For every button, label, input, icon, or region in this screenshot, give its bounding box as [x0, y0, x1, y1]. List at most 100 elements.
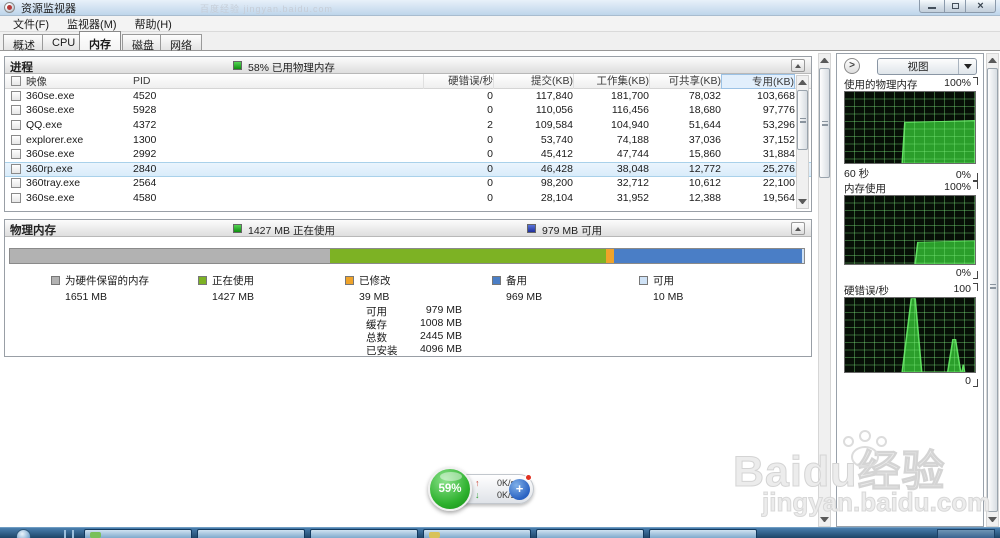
tab-bar: 概述 CPU 内存 磁盘 网络 [0, 32, 1000, 51]
table-scrollbar-thumb[interactable] [797, 90, 808, 150]
taskbar [0, 527, 1000, 538]
row-checkbox[interactable] [11, 178, 21, 188]
start-button[interactable] [16, 529, 31, 538]
commit-charge-graph [844, 195, 976, 265]
add-button[interactable]: + [509, 479, 530, 500]
table-scrollbar[interactable] [796, 75, 809, 209]
memory-bar-segment [10, 249, 330, 263]
graph1-axis: 60 秒 0% [844, 166, 978, 181]
row-checkbox[interactable] [11, 164, 21, 174]
column-header-working-set[interactable]: 工作集(KB) [573, 74, 649, 89]
minimize-button[interactable] [919, 0, 945, 13]
tab-network[interactable]: 网络 [160, 34, 202, 50]
row-checkbox[interactable] [11, 91, 21, 101]
table-row[interactable]: explorer.exe 1300 0 53,740 74,188 37,036… [5, 133, 811, 148]
legend-item: 可用 10 MB [639, 273, 786, 303]
scroll-up-icon[interactable] [820, 58, 829, 63]
memory-bar-segment [606, 249, 614, 263]
taskbar-button[interactable] [84, 529, 192, 538]
row-checkbox[interactable] [11, 193, 21, 203]
legend-item: 备用 969 MB [492, 273, 639, 303]
available-indicator-icon [527, 224, 536, 233]
in-use-indicator-icon [233, 224, 242, 233]
restore-button[interactable] [945, 0, 966, 13]
physical-memory-panel: 物理内存 1427 MB 正在使用 979 MB 可用 为硬件保留的内存 165… [4, 219, 812, 357]
scroll-down-icon[interactable] [820, 517, 829, 522]
graph3-axis: 0 [844, 375, 978, 387]
scroll-down-icon[interactable] [798, 199, 807, 204]
view-dropdown-button[interactable]: 视图 [877, 58, 977, 75]
taskbar-button[interactable] [649, 529, 757, 538]
graphs-scrollbar-thumb[interactable] [987, 68, 998, 512]
row-checkbox[interactable] [11, 135, 21, 145]
download-arrow-icon: ↓ [475, 490, 480, 500]
taskbar-button[interactable] [310, 529, 418, 538]
table-row[interactable]: QQ.exe 4372 2 109,584 104,940 51,644 53,… [5, 118, 811, 133]
page-scrollbar-thumb[interactable] [819, 68, 830, 178]
table-row[interactable]: 360se.exe 2992 0 45,412 47,744 15,860 31… [5, 147, 811, 162]
app-icon [4, 2, 15, 13]
column-header-commit[interactable]: 提交(KB) [493, 74, 573, 89]
column-header-hard-faults[interactable]: 硬错误/秒 [423, 74, 493, 89]
available-status: 979 MB 可用 [542, 223, 602, 238]
menu-item-file[interactable]: 文件(F) [4, 16, 58, 32]
physical-memory-collapse-button[interactable] [791, 222, 805, 235]
select-all-checkbox[interactable] [11, 76, 21, 86]
memory-stat-row: 已安装4096 MB [366, 343, 462, 356]
legend-color-icon [345, 276, 354, 285]
processes-panel: 进程 58% 已用物理内存 映像 PID 硬错误/秒 提交(KB) 工作集(KB… [4, 56, 812, 212]
upload-arrow-icon: ↑ [475, 478, 480, 488]
table-row[interactable]: 360se.exe 4520 0 117,840 181,700 78,032 … [5, 89, 811, 104]
processes-title: 进程 [10, 59, 33, 75]
graph1-labels: 使用的物理内存 100% [844, 77, 978, 92]
row-checkbox[interactable] [11, 120, 21, 130]
legend-item: 已修改 39 MB [345, 273, 492, 303]
graphs-scrollbar[interactable] [986, 53, 999, 527]
memory-stat-row: 缓存1008 MB [366, 317, 462, 330]
expand-panel-button[interactable]: > [844, 58, 860, 74]
page-scrollbar[interactable] [818, 53, 831, 527]
scroll-up-icon[interactable] [988, 58, 997, 63]
column-header-shareable[interactable]: 可共享(KB) [649, 74, 721, 89]
chevron-down-icon[interactable] [958, 59, 976, 74]
processes-panel-header: 进程 58% 已用物理内存 [5, 57, 811, 74]
legend-color-icon [198, 276, 207, 285]
legend-item: 正在使用 1427 MB [198, 273, 345, 303]
tab-disk[interactable]: 磁盘 [122, 34, 164, 50]
table-row[interactable]: 360rp.exe 2840 0 46,428 38,048 12,772 25… [5, 162, 811, 177]
tab-memory[interactable]: 内存 [79, 31, 121, 50]
memory-usage-indicator-icon [233, 61, 242, 70]
processes-collapse-button[interactable] [791, 59, 805, 72]
column-header-pid[interactable]: PID [133, 75, 181, 87]
taskbar-button[interactable] [423, 529, 531, 538]
in-use-status: 1427 MB 正在使用 [248, 223, 335, 238]
table-body: 360se.exe 4520 0 117,840 181,700 78,032 … [5, 89, 811, 206]
memory-stats: 可用979 MB 缓存1008 MB 总数2445 MB 已安装4096 MB [366, 304, 462, 356]
graphs-panel: > 视图 使用的物理内存 100% 60 秒 0% 内存使用 100% 0% 硬… [836, 53, 984, 527]
row-checkbox[interactable] [11, 105, 21, 115]
legend-item: 为硬件保留的内存 1651 MB [51, 273, 198, 303]
physical-memory-graph [844, 91, 976, 164]
memory-stat-row: 总数2445 MB [366, 330, 462, 343]
graph2-axis: 0% [844, 267, 978, 279]
system-tray[interactable] [937, 529, 995, 538]
column-header-image[interactable]: 映像 [11, 74, 133, 89]
memory-ball-widget[interactable]: 59% [428, 467, 472, 511]
tab-overview[interactable]: 概述 [3, 34, 45, 50]
column-header-private[interactable]: 专用(KB) [721, 74, 795, 89]
taskbar-button[interactable] [536, 529, 644, 538]
table-row[interactable]: 360se.exe 5928 0 110,056 116,456 18,680 … [5, 104, 811, 119]
table-row[interactable]: 360se.exe 4580 0 28,104 31,952 12,388 19… [5, 191, 811, 206]
titlebar-watermark: 百度经验 jingyan.baidu.com [200, 2, 333, 15]
scroll-up-icon[interactable] [798, 80, 807, 85]
physical-memory-title: 物理内存 [10, 222, 56, 238]
menu-item-monitor[interactable]: 监视器(M) [58, 16, 126, 32]
close-button[interactable]: × [966, 0, 996, 13]
table-row[interactable]: 360tray.exe 2564 0 98,200 32,712 10,612 … [5, 177, 811, 192]
scroll-down-icon[interactable] [988, 517, 997, 522]
graph2-labels: 内存使用 100% [844, 181, 978, 196]
menu-item-help[interactable]: 帮助(H) [126, 16, 181, 32]
hard-faults-graph [844, 297, 976, 373]
row-checkbox[interactable] [11, 149, 21, 159]
taskbar-button[interactable] [197, 529, 305, 538]
